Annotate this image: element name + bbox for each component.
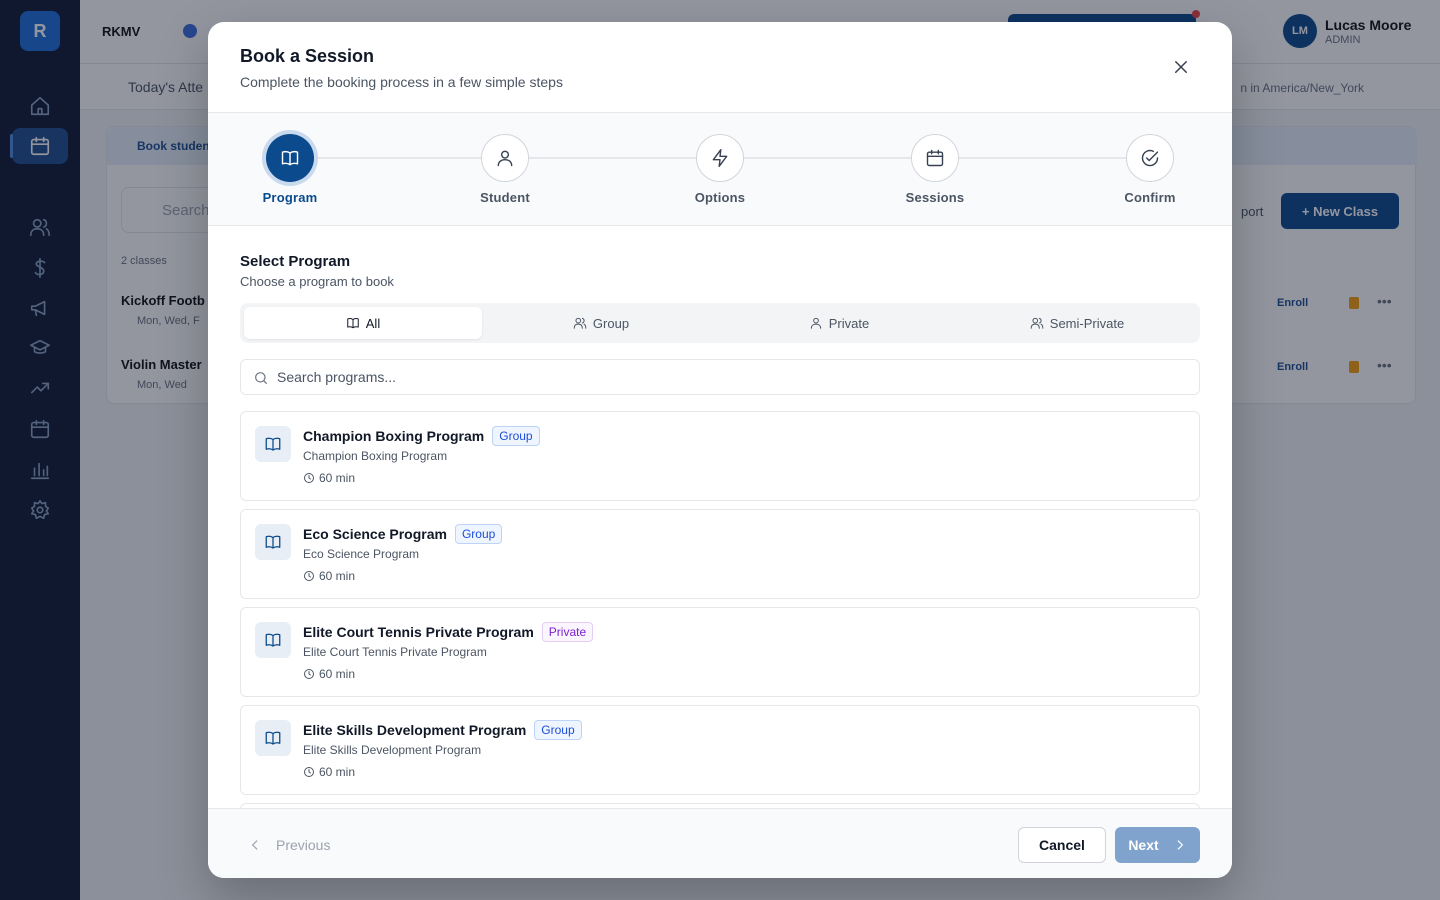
modal-body: Select Program Choose a program to book … — [208, 227, 1232, 808]
book-open-icon — [265, 731, 281, 745]
step-options[interactable]: Options — [660, 113, 780, 226]
program-duration: 60 min — [319, 765, 356, 779]
previous-button[interactable]: Previous — [248, 829, 330, 861]
step-circle — [481, 134, 529, 182]
filter-tab-group[interactable]: Group — [482, 307, 720, 339]
program-icon — [255, 720, 291, 756]
user-icon — [497, 150, 513, 167]
users-icon — [573, 317, 587, 329]
modal-footer: Previous Cancel Next — [208, 808, 1232, 878]
program-card[interactable]: Elite Skills Development Program Group Eli… — [240, 705, 1200, 795]
program-search — [240, 359, 1200, 395]
book-open-icon — [281, 150, 299, 166]
chevron-left-icon — [251, 840, 258, 850]
clock-icon — [304, 767, 314, 777]
program-type-badge: Private — [541, 622, 594, 642]
search-icon — [255, 372, 267, 384]
program-type-badge: Group — [492, 426, 540, 446]
program-description: Eco Science Program — [303, 547, 420, 561]
next-button[interactable]: Next — [1115, 827, 1200, 863]
close-button[interactable] — [1170, 56, 1192, 78]
book-open-icon — [347, 318, 359, 329]
filter-tab-label: Private — [828, 315, 870, 331]
next-label: Next — [1128, 837, 1159, 853]
chevron-right-icon — [1177, 840, 1183, 850]
book-open-icon — [265, 535, 281, 549]
program-icon — [255, 426, 291, 462]
filter-tab-private[interactable]: Private — [720, 307, 958, 339]
step-circle — [1126, 134, 1174, 182]
section-title: Select Program — [240, 253, 351, 270]
step-student[interactable]: Student — [445, 113, 565, 226]
step-label: Sessions — [905, 190, 965, 205]
program-duration: 60 min — [319, 569, 356, 583]
search-input[interactable] — [277, 360, 1177, 394]
step-circle — [266, 134, 314, 182]
step-label: Program — [262, 190, 318, 205]
program-name: Champion Boxing Program — [303, 428, 485, 444]
program-card[interactable]: Elite Court Tennis Private Program Privat… — [240, 607, 1200, 697]
users-icon — [1030, 317, 1044, 329]
book-open-icon — [265, 437, 281, 451]
program-description: Elite Skills Development Program — [303, 743, 482, 757]
filter-tab-label: Group — [592, 315, 630, 331]
filter-tab-semi-private[interactable]: Semi-Private — [958, 307, 1196, 339]
step-progress: Program Student Options Sessions Confirm — [208, 113, 1232, 226]
clock-icon — [304, 571, 314, 581]
cancel-button[interactable]: Cancel — [1018, 827, 1106, 863]
calendar-icon — [926, 149, 944, 167]
program-icon — [255, 524, 291, 560]
program-name: Eco Science Program — [303, 526, 447, 542]
section-subtitle: Choose a program to book — [240, 274, 394, 289]
book-open-icon — [265, 633, 281, 647]
user-icon — [810, 317, 821, 329]
step-label: Confirm — [1124, 190, 1176, 205]
program-type-filter: All Group Private Semi-Private — [240, 303, 1200, 343]
step-circle — [696, 134, 744, 182]
program-name: Elite Court Tennis Private Program — [303, 624, 534, 640]
filter-tab-label: All — [365, 315, 381, 331]
step-sessions[interactable]: Sessions — [875, 113, 995, 226]
zap-icon — [712, 148, 728, 168]
clock-icon — [304, 669, 314, 679]
program-duration: 60 min — [319, 667, 356, 681]
close-icon — [1175, 61, 1187, 73]
program-icon — [255, 622, 291, 658]
program-card[interactable]: Eco Science Program Group Eco Science Prog… — [240, 509, 1200, 599]
previous-label: Previous — [276, 837, 331, 853]
program-type-badge: Group — [534, 720, 582, 740]
step-label: Student — [480, 190, 530, 205]
program-duration: 60 min — [319, 471, 356, 485]
step-confirm[interactable]: Confirm — [1090, 113, 1210, 226]
program-description: Elite Court Tennis Private Program — [303, 645, 487, 659]
program-card[interactable]: Champion Boxing Program Group Champion Box… — [240, 411, 1200, 501]
program-description: Champion Boxing Program — [303, 449, 448, 463]
check-circle-icon — [1141, 149, 1159, 167]
modal-title: Book a Session — [240, 46, 375, 66]
step-circle — [911, 134, 959, 182]
program-name: Elite Skills Development Program — [303, 722, 527, 738]
step-program[interactable]: Program — [230, 113, 350, 226]
program-type-badge: Group — [454, 524, 503, 544]
filter-tab-label: Semi-Private — [1049, 315, 1125, 331]
modal-header: Book a Session Complete the booking proc… — [208, 22, 1232, 113]
clock-icon — [304, 473, 314, 483]
step-label: Options — [694, 190, 746, 205]
filter-tab-all[interactable]: All — [244, 307, 482, 339]
modal-subtitle: Complete the booking process in a few si… — [240, 74, 563, 90]
book-session-modal: Book a Session Complete the booking proc… — [208, 22, 1232, 878]
program-list: Champion Boxing Program Group Champion Box… — [240, 411, 1200, 808]
